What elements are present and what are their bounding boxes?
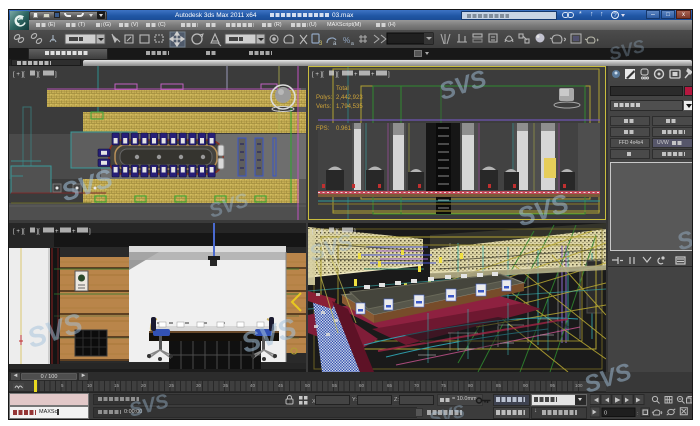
svg-text:Total: Total — [336, 86, 349, 92]
svg-text:Verts:: Verts: — [316, 104, 332, 110]
svg-text:[ + ][: [ + ][ — [312, 72, 324, 78]
svg-text:+: + — [371, 72, 375, 78]
svg-text:Polys:: Polys: — [316, 95, 333, 101]
svg-text:1,794,535: 1,794,535 — [336, 104, 363, 110]
svg-text:+: + — [72, 229, 76, 235]
svg-text:+: + — [354, 72, 358, 78]
svg-text:0.961: 0.961 — [336, 126, 352, 132]
svg-text:][: ][ — [37, 229, 41, 235]
svg-text:a: a — [351, 41, 354, 47]
svg-text:2,442,923: 2,442,923 — [336, 95, 363, 101]
svg-text::: : — [637, 411, 639, 417]
svg-text:a: a — [333, 41, 337, 47]
svg-text:][: ][ — [336, 229, 340, 235]
svg-text:][: ][ — [37, 72, 41, 78]
svg-text:[ + ][: [ + ][ — [13, 229, 25, 235]
svg-text:0: 0 — [604, 411, 607, 417]
svg-text:][: ][ — [336, 72, 340, 78]
svg-text:[ + ][: [ + ][ — [13, 72, 25, 78]
svg-text:3: 3 — [319, 41, 323, 47]
svg-text:+: + — [55, 229, 59, 235]
svg-text:FPS:: FPS: — [316, 126, 330, 132]
svg-text:%: % — [343, 36, 350, 45]
svg-text:[ + ][: [ + ][ — [312, 229, 324, 235]
